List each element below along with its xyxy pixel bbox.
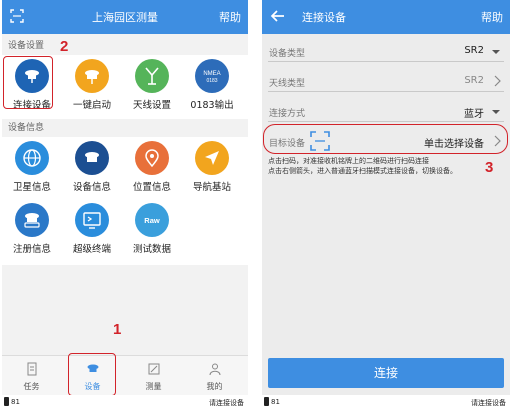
nav-mine[interactable]: 我的	[190, 356, 239, 396]
measure-icon	[148, 363, 159, 375]
tile-label: 注册信息	[12, 244, 51, 255]
row-value: SR2	[464, 45, 484, 56]
connection-status: 请连接设备	[209, 399, 244, 407]
tile-label: 导航基站	[192, 182, 231, 193]
tile-one-key-start[interactable]: 一键启动	[62, 59, 122, 111]
dropdown-arrow-icon	[492, 50, 500, 54]
hint-line-2: 点击右侧箭头，进入普通蓝牙扫描模式连接设备，切换设备。	[268, 167, 457, 175]
connect-device-screen: 连接设备 帮助 设备类型 SR2 天线类型 SR2 连接方式 蓝牙 目标设备 单…	[262, 0, 510, 409]
tile-nmea-output[interactable]: NMEA 0183 0183输出	[182, 59, 242, 111]
row-value: 蓝牙	[464, 109, 484, 120]
tile-label: 超级终端	[72, 244, 111, 255]
battery-icon	[4, 397, 9, 406]
location-pin-icon	[135, 141, 169, 175]
nav-label: 测量	[145, 382, 162, 391]
receiver-icon	[75, 141, 109, 175]
row-value: SR2	[464, 75, 484, 86]
nav-label: 任务	[23, 382, 40, 391]
battery-icon	[264, 397, 269, 406]
status-bar: 81 请连接设备	[262, 395, 510, 409]
row-device-type[interactable]: 设备类型 SR2	[262, 38, 510, 64]
tile-nav-base[interactable]: 导航基站	[182, 141, 242, 193]
battery-level: 81	[271, 398, 280, 406]
tile-label: 设备信息	[72, 182, 111, 193]
status-bar: 81 请连接设备	[2, 395, 248, 409]
highlight-target-device	[263, 124, 508, 154]
terminal-icon	[75, 203, 109, 237]
connect-hint: 点击扫码，对准接收机铭牌上的二维码进行扫码连接 点击右侧箭头，进入普通蓝牙扫描模…	[268, 156, 506, 176]
registration-icon	[15, 203, 49, 237]
row-connection-mode[interactable]: 连接方式 蓝牙	[262, 98, 510, 124]
tile-test-data[interactable]: Raw 测试数据	[122, 203, 182, 255]
row-label: 天线类型	[269, 79, 306, 89]
tile-antenna-settings[interactable]: 天线设置	[122, 59, 182, 111]
battery-level: 81	[11, 398, 20, 406]
back-arrow-icon[interactable]	[270, 8, 286, 24]
nav-label: 我的	[206, 382, 223, 391]
help-button[interactable]: 帮助	[481, 9, 503, 25]
row-label: 设备类型	[269, 49, 306, 59]
hint-line-1: 点击扫码，对准接收机铭牌上的二维码进行扫码连接	[268, 157, 429, 165]
annotation-number-1: 1	[113, 321, 122, 338]
nav-measure[interactable]: 测量	[129, 356, 178, 396]
nav-tasks[interactable]: 任务	[7, 356, 56, 396]
one-key-start-icon	[75, 59, 109, 93]
tile-location-info[interactable]: 位置信息	[122, 141, 182, 193]
divider	[268, 91, 504, 92]
title-bar: 上海园区测量 帮助	[2, 0, 248, 34]
tile-label: 卫星信息	[12, 182, 51, 193]
home-screen: 上海园区测量 帮助 设备设置 连接设备 一键启动 天线设置 NMEA 0183 …	[2, 0, 248, 409]
tile-satellite-info[interactable]: 卫星信息	[2, 141, 62, 193]
tile-label: 一键启动	[72, 100, 111, 111]
nmea-badge-top: NMEA	[203, 71, 220, 77]
row-antenna-type[interactable]: 天线类型 SR2	[262, 68, 510, 94]
connect-button[interactable]: 连接	[268, 358, 504, 388]
highlight-nav-device	[68, 353, 116, 396]
row-label: 连接方式	[269, 109, 306, 119]
user-icon	[209, 363, 220, 376]
divider	[268, 61, 504, 62]
project-title: 上海园区测量	[92, 11, 158, 24]
tile-label: 天线设置	[132, 100, 171, 111]
document-icon	[27, 362, 36, 376]
tile-label: 0183输出	[190, 100, 234, 111]
annotation-number-2: 2	[60, 38, 69, 55]
bottom-navigation: 任务 设备 测量 我的	[2, 355, 248, 395]
tile-super-terminal[interactable]: 超级终端	[62, 203, 122, 255]
chevron-right-icon	[494, 75, 501, 87]
tile-label: 位置信息	[132, 182, 171, 193]
raw-badge: Raw	[144, 216, 160, 225]
tile-label: 测试数据	[132, 244, 171, 255]
title-bar: 连接设备 帮助	[262, 0, 510, 34]
page-title: 连接设备	[302, 11, 346, 24]
divider	[268, 121, 504, 122]
nmea-icon: NMEA 0183	[195, 59, 229, 93]
antenna-icon	[135, 59, 169, 93]
globe-icon	[15, 141, 49, 175]
tile-registration-info[interactable]: 注册信息	[2, 203, 62, 255]
section-device-info: 设备信息	[8, 123, 45, 133]
dropdown-arrow-icon	[492, 110, 500, 114]
highlight-connect-device	[3, 56, 53, 109]
help-button[interactable]: 帮助	[219, 9, 241, 25]
navigation-icon	[195, 141, 229, 175]
raw-data-icon: Raw	[135, 203, 169, 237]
section-device-settings: 设备设置	[8, 41, 45, 51]
device-info-grid: 卫星信息 设备信息 位置信息 导航基站 注册信息 超级终端 Raw 测试数据	[2, 137, 248, 265]
tile-device-info[interactable]: 设备信息	[62, 141, 122, 193]
nmea-badge-bottom: 0183	[206, 78, 217, 84]
connection-status: 请连接设备	[471, 399, 506, 407]
